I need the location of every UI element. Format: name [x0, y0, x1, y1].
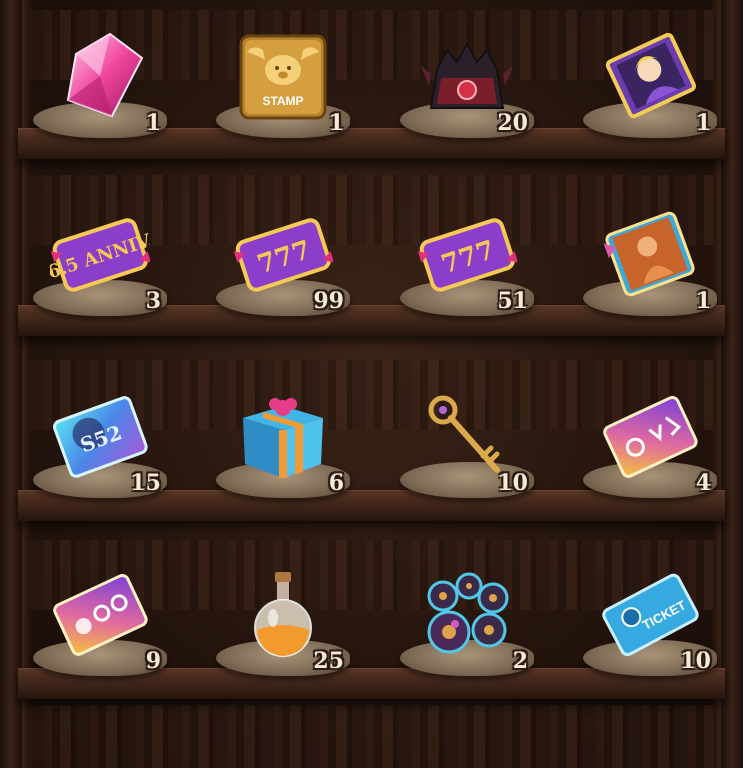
item-slot-demon-armor[interactable]: 20 [392, 0, 542, 150]
ornament-orbs-icon [417, 568, 517, 660]
season-52-ticket-icon: S52 [50, 390, 150, 482]
pink-crystal-icon [50, 30, 150, 122]
item-slot-character-coupon[interactable]: 1 [575, 178, 725, 328]
item-count: 9 [145, 648, 161, 674]
character-coupon-icon [600, 208, 700, 300]
potion-flask-icon [233, 568, 333, 660]
item-count: 6 [328, 470, 344, 496]
attribute-ticket-icon [600, 390, 700, 482]
item-count: 2 [512, 648, 528, 674]
item-slot-gift-box[interactable]: 6 [208, 360, 358, 510]
item-count: 10 [680, 648, 711, 674]
item-count: 15 [130, 470, 161, 496]
item-slot-anniversary-ticket[interactable]: 6.5 ANNIV. 3 [25, 178, 175, 328]
hero-portrait-ticket-icon [600, 30, 700, 122]
race-ticket-icon [50, 568, 150, 660]
stamp-card-icon: STAMP [233, 30, 333, 122]
anniversary-ticket-icon: 6.5 ANNIV. [45, 208, 156, 300]
item-count: 4 [695, 470, 711, 496]
gift-box-icon [233, 390, 333, 482]
item-slot-race-ticket[interactable]: 9 [25, 538, 175, 688]
777-ticket-icon: 777 [417, 208, 519, 300]
item-count: 20 [497, 110, 528, 136]
item-slot-777-ticket[interactable]: 777 99 [208, 178, 358, 328]
blue-ticket-icon: TICKET [600, 568, 700, 660]
item-count: 25 [313, 648, 344, 674]
item-count: 1 [695, 110, 711, 136]
item-count: 1 [695, 288, 711, 314]
item-slot-attribute-ticket[interactable]: 4 [575, 360, 725, 510]
stamp-label: STAMP [262, 94, 303, 108]
item-count: 51 [497, 288, 528, 314]
background-books [30, 705, 713, 768]
item-slot-gold-key[interactable]: 10 [392, 360, 542, 510]
item-count: 1 [328, 110, 344, 136]
left-shelf-post [0, 0, 22, 768]
inventory-shelf: 1 STAMP 1 20 1 6.5 ANNIV. 3 777 99 777 5… [0, 0, 743, 768]
item-slot-pink-crystal[interactable]: 1 [25, 0, 175, 150]
item-slot-blue-ticket[interactable]: TICKET 10 [575, 538, 725, 688]
item-count: 99 [313, 288, 344, 314]
gold-key-icon [417, 390, 517, 482]
demon-armor-chest-icon [417, 30, 517, 122]
777-ticket-icon: 777 [233, 208, 335, 300]
item-slot-potion[interactable]: 25 [208, 538, 358, 688]
item-count: 3 [145, 288, 161, 314]
item-count: 1 [145, 110, 161, 136]
item-slot-hero-ticket[interactable]: 1 [575, 0, 725, 150]
item-count: 10 [497, 470, 528, 496]
item-slot-stamp[interactable]: STAMP 1 [208, 0, 358, 150]
item-slot-777-ticket[interactable]: 777 51 [392, 178, 542, 328]
item-slot-season-ticket[interactable]: S52 15 [25, 360, 175, 510]
item-slot-ornament-orbs[interactable]: 2 [392, 538, 542, 688]
